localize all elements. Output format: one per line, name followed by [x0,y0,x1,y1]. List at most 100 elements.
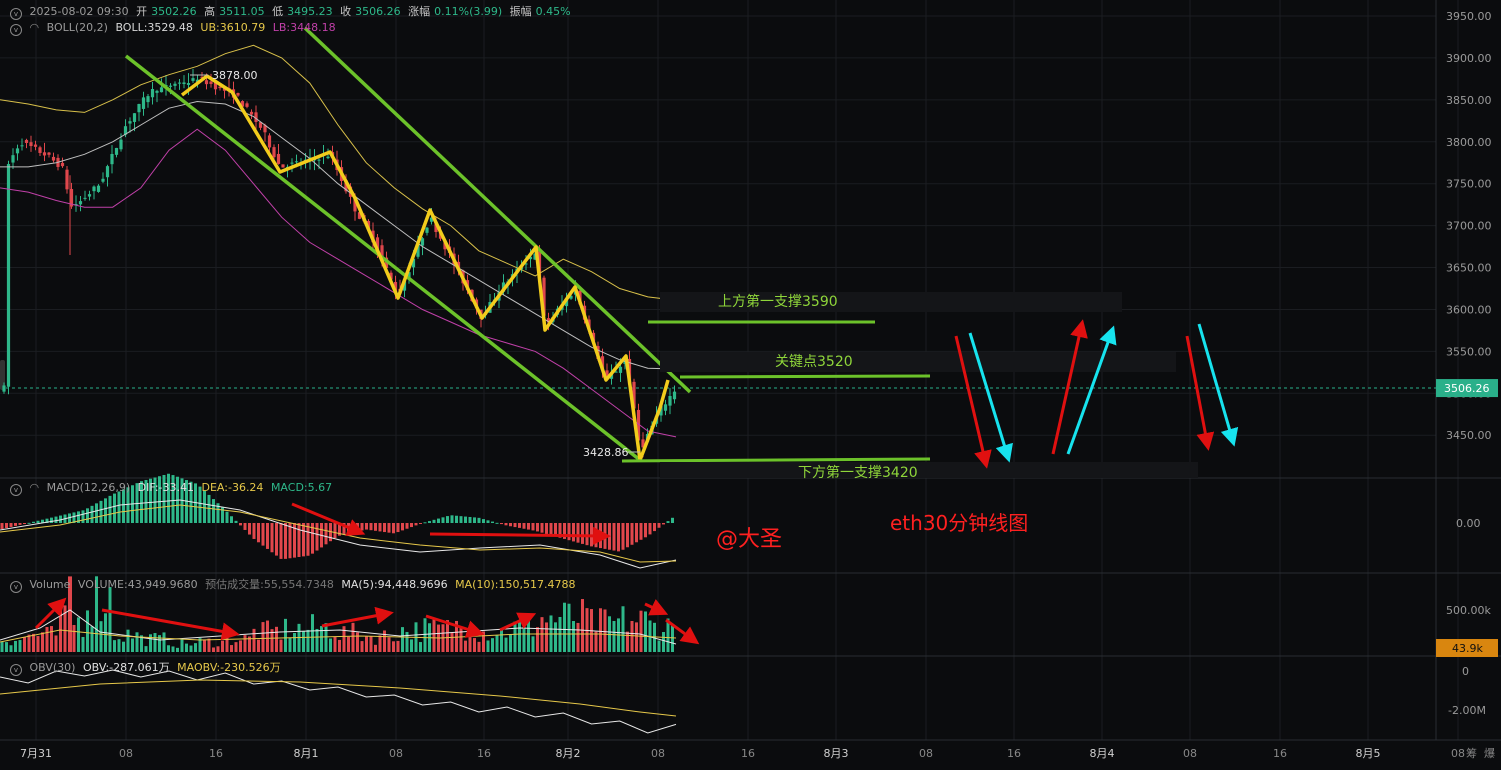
candle-body [42,152,47,156]
eye-icon[interactable]: ◠ [30,481,40,494]
time-tick-label: 16 [209,747,223,760]
price-tick-label: 3850.00 [1446,94,1492,107]
macd-bar [446,516,449,523]
collapse-icon[interactable]: v [10,664,22,676]
candle-body [276,153,281,164]
candle-body [267,135,272,148]
macd-bar [113,493,116,523]
macd-bar [9,523,13,527]
macd-bar [567,523,571,541]
volume-bar [45,626,49,652]
volume-bar [374,644,377,652]
macd-bar [243,523,247,530]
corner-label: 爆 [1484,746,1495,760]
macd-bar [302,523,305,557]
volume-ma5: MA(5):94,448.9696 [341,578,448,591]
macd-bar [657,523,661,528]
volume-bar [594,631,598,652]
volume-bar [149,634,152,652]
volume-bar [527,617,530,652]
candle-body [110,153,114,165]
volume-bar [329,638,332,652]
candle-body [173,83,177,86]
macd-bar [90,505,94,523]
volume-bar [275,626,278,652]
macd-bar [108,495,112,523]
volume-bar [0,641,4,652]
open-value: 3502.26 [151,5,197,18]
time-tick-label: 08 [919,747,933,760]
price-tick-label: 3450.00 [1446,429,1492,442]
volume-bar [320,626,323,652]
macd-dea: DEA:-36.24 [201,481,264,494]
macd-bar [450,515,454,523]
volume-bar [536,627,539,652]
macd-bar [383,523,386,533]
volume-bar [261,622,265,652]
volume-bar [410,639,413,652]
volume-bar [311,614,314,652]
time-tick-label: 8月4 [1090,747,1115,760]
macd-bar [585,523,589,546]
macd-bar [513,523,517,528]
volume-bar [77,617,80,652]
macd-bar [230,516,233,523]
volume-bar [392,641,395,652]
macd-bar [86,508,89,523]
candlestick-chart[interactable]: 3950.00 3900.00 3850.00 3800.00 3750.00 3700.… [0,0,1501,766]
price-tick-label: 3650.00 [1446,262,1492,275]
collapse-icon[interactable]: v [10,581,22,593]
support-level-label: 下方第一支撑3420 [798,464,918,481]
macd-bar [315,523,319,551]
key-level-line [679,374,931,379]
high-label: 高 [204,5,216,18]
volume-bar [423,618,427,652]
macd-bar [360,523,364,531]
macd-bar [212,499,215,523]
macd-bar [437,518,440,523]
volume-bar [126,629,130,652]
time-tick-label: 8月2 [556,747,581,760]
volume-bar [14,640,17,652]
volume-bar [630,620,634,652]
volume-bar [644,611,647,652]
collapse-icon[interactable]: v [10,484,22,496]
collapse-icon[interactable]: v [10,24,22,36]
macd-bar [95,503,98,523]
volume-bar [122,641,125,652]
volume-bar [194,643,197,652]
annotation-arrow [429,526,611,545]
volume-bar [662,632,665,652]
macd-bar [644,523,647,538]
volume-bar [293,633,296,652]
macd-bar [365,523,368,530]
macd-bar [522,523,526,529]
volume-bar [360,641,364,652]
amp-label: 振幅 [509,5,532,18]
open-label: 开 [136,5,148,18]
collapse-icon[interactable]: v [10,8,22,20]
eye-icon[interactable]: ◠ [30,21,40,34]
volume-bar [135,632,139,652]
price-tick-label: 3550.00 [1446,345,1492,358]
volume-bar [252,628,256,652]
macd-bar [275,523,278,556]
volume-bar [432,618,436,652]
volume-bar [41,632,44,652]
macd-bar [279,523,283,559]
boll-lb: LB:3448.18 [272,21,336,34]
volume-bar [180,638,184,652]
time-tick-label: 16 [741,747,755,760]
macd-bar [455,515,458,523]
macd-bar [626,523,629,548]
volume-bar [176,647,179,652]
macd-bar [549,523,553,536]
volume-bar [572,621,575,652]
volume-header: v Volume VOLUME:43,949.9680 预估成交量:55,554… [10,576,579,593]
candle-body [83,197,87,199]
boll-header: v ◠ BOLL(20,2) BOLL:3529.48 UB:3610.79 L… [10,21,340,36]
macd-bar [576,523,580,543]
volume-bar [99,621,103,652]
volume-bar [113,640,116,652]
macd-bar [306,523,310,556]
